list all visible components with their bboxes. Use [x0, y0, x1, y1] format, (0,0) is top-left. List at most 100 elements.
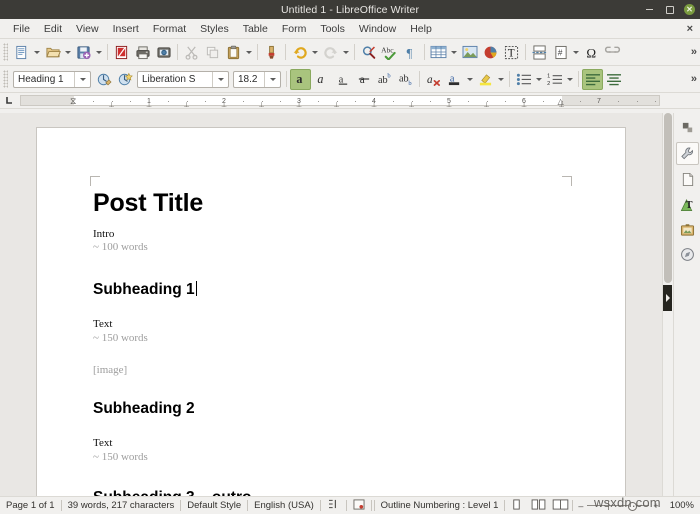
sidebar-settings-icon[interactable]	[677, 117, 698, 138]
bold-icon[interactable]: a	[290, 68, 311, 90]
font-size-combobox[interactable]: 18.2	[233, 70, 281, 88]
standard-toolbar-overflow-icon[interactable]: »	[691, 46, 697, 58]
font-color-dropdown-icon[interactable]	[465, 69, 475, 90]
menu-format[interactable]: Format	[146, 21, 193, 37]
status-save-state-icon[interactable]	[347, 498, 371, 513]
superscript-icon[interactable]: ab b	[374, 69, 395, 90]
close-icon[interactable]: ✕	[684, 4, 695, 15]
redo-icon[interactable]	[320, 42, 341, 63]
toolbar-grip[interactable]	[3, 43, 8, 61]
open-document-icon[interactable]	[42, 42, 63, 63]
properties-icon[interactable]	[676, 142, 699, 165]
ruler-tab-stop[interactable]: ⊥	[446, 101, 452, 109]
insert-hyperlink-icon[interactable]	[602, 42, 623, 63]
paragraph-style-combobox[interactable]: Heading 1	[13, 70, 91, 88]
font-name-combobox[interactable]: Liberation S	[137, 70, 229, 88]
restore-icon[interactable]	[664, 4, 675, 15]
undo-dropdown-icon[interactable]	[310, 42, 320, 63]
document-text-body[interactable]: Post Title Intro ~ 100 words Subheading …	[93, 189, 573, 496]
status-zoom-level[interactable]: 100%	[664, 500, 700, 511]
new-style-icon[interactable]	[114, 69, 135, 90]
minimize-icon[interactable]	[644, 4, 655, 15]
insert-field-icon[interactable]: #	[550, 42, 571, 63]
menu-insert[interactable]: Insert	[106, 21, 146, 37]
insert-image-icon[interactable]	[459, 42, 480, 63]
clear-formatting-icon[interactable]: a	[423, 69, 444, 90]
status-page-number[interactable]: Page 1 of 1	[0, 500, 61, 511]
status-selection-mode-icon[interactable]	[322, 499, 346, 512]
open-document-dropdown-icon[interactable]	[63, 42, 73, 63]
ordered-list-icon[interactable]: 12	[544, 69, 565, 90]
clone-formatting-icon[interactable]	[261, 42, 282, 63]
document-canvas[interactable]: Post Title Intro ~ 100 words Subheading …	[0, 113, 662, 496]
copy-icon[interactable]	[202, 42, 223, 63]
export-pdf-icon[interactable]	[111, 42, 132, 63]
status-outline-level[interactable]: Outline Numbering : Level 1	[375, 500, 505, 511]
vertical-scrollbar-thumb[interactable]	[664, 113, 672, 283]
sidebar-collapse-handle[interactable]	[663, 285, 672, 311]
insert-table-icon[interactable]	[428, 42, 449, 63]
spelling-icon[interactable]: Abc	[379, 42, 400, 63]
font-name-dropdown-icon[interactable]	[212, 71, 228, 87]
cut-icon[interactable]	[181, 42, 202, 63]
print-preview-icon[interactable]	[153, 42, 174, 63]
ruler-left-indent-marker[interactable]: ⧖	[70, 95, 76, 107]
formatting-toolbar-overflow-icon[interactable]: »	[691, 73, 697, 85]
menu-tools[interactable]: Tools	[313, 21, 352, 37]
menu-edit[interactable]: Edit	[37, 21, 69, 37]
highlight-color-icon[interactable]	[475, 69, 496, 90]
underline-icon[interactable]: a	[332, 69, 353, 90]
formatting-toolbar-grip[interactable]	[3, 70, 8, 88]
ruler-tab-stop[interactable]: ⊥	[183, 101, 189, 109]
paste-dropdown-icon[interactable]	[244, 42, 254, 63]
zoom-out-button[interactable]: –	[578, 501, 583, 511]
ruler-tab-stop[interactable]: ⊥	[296, 101, 302, 109]
navigator-icon[interactable]	[677, 244, 698, 265]
ruler-tab-stop[interactable]: ⊥	[108, 101, 114, 109]
insert-field-dropdown-icon[interactable]	[571, 42, 581, 63]
save-document-icon[interactable]	[73, 42, 94, 63]
highlight-color-dropdown-icon[interactable]	[496, 69, 506, 90]
document-page[interactable]: Post Title Intro ~ 100 words Subheading …	[37, 128, 625, 496]
align-center-icon[interactable]	[603, 69, 624, 90]
insert-chart-icon[interactable]	[480, 42, 501, 63]
font-color-icon[interactable]: a	[444, 69, 465, 90]
paste-icon[interactable]	[223, 42, 244, 63]
ruler-tab-stop[interactable]: ⊥	[221, 101, 227, 109]
font-size-dropdown-icon[interactable]	[264, 71, 280, 87]
redo-dropdown-icon[interactable]	[341, 42, 351, 63]
horizontal-ruler[interactable]: 1 2 3 4 5 6 7 ⊥ ⊥ ⊥ ⊥ ⊥ ⊥ ⊥ ⊥ ⊥ ⊥ ⊥ ⊥ ⊥ ⧖ △	[20, 95, 660, 109]
menu-form[interactable]: Form	[275, 21, 314, 37]
find-replace-icon[interactable]	[358, 42, 379, 63]
ruler-tab-stop[interactable]: ⊥	[146, 101, 152, 109]
paragraph-style-dropdown-icon[interactable]	[74, 71, 90, 87]
special-character-icon[interactable]: Ω	[581, 42, 602, 63]
ruler-tab-stop[interactable]: ⊥	[258, 101, 264, 109]
view-layout-multi-page-icon[interactable]	[528, 498, 549, 513]
status-language[interactable]: English (USA)	[248, 500, 320, 511]
menu-table[interactable]: Table	[236, 21, 275, 37]
insert-text-box-icon[interactable]: T	[501, 42, 522, 63]
page-break-icon[interactable]	[529, 42, 550, 63]
subscript-icon[interactable]: ab b	[395, 69, 416, 90]
new-document-icon[interactable]	[11, 42, 32, 63]
gallery-icon[interactable]	[677, 219, 698, 240]
italic-icon[interactable]: a	[311, 69, 332, 90]
unordered-list-dropdown-icon[interactable]	[534, 69, 544, 90]
save-document-dropdown-icon[interactable]	[94, 42, 104, 63]
close-document-button[interactable]: ×	[687, 23, 693, 35]
status-page-style[interactable]: Default Style	[181, 500, 247, 511]
ruler-tab-stop[interactable]: ⊥	[521, 101, 527, 109]
view-layout-single-page-icon[interactable]	[505, 498, 528, 513]
unordered-list-icon[interactable]	[513, 69, 534, 90]
menu-view[interactable]: View	[69, 21, 106, 37]
ruler-right-indent-marker[interactable]: △	[558, 96, 564, 108]
page-icon[interactable]	[677, 169, 698, 190]
tab-stop-selector[interactable]	[0, 93, 18, 108]
menu-help[interactable]: Help	[403, 21, 439, 37]
formatting-marks-icon[interactable]: ¶	[400, 42, 421, 63]
status-word-count[interactable]: 39 words, 217 characters	[62, 500, 181, 511]
ruler-tab-stop[interactable]: ⊥	[408, 101, 414, 109]
menu-file[interactable]: File	[6, 21, 37, 37]
ruler-tab-stop[interactable]: ⊥	[333, 101, 339, 109]
